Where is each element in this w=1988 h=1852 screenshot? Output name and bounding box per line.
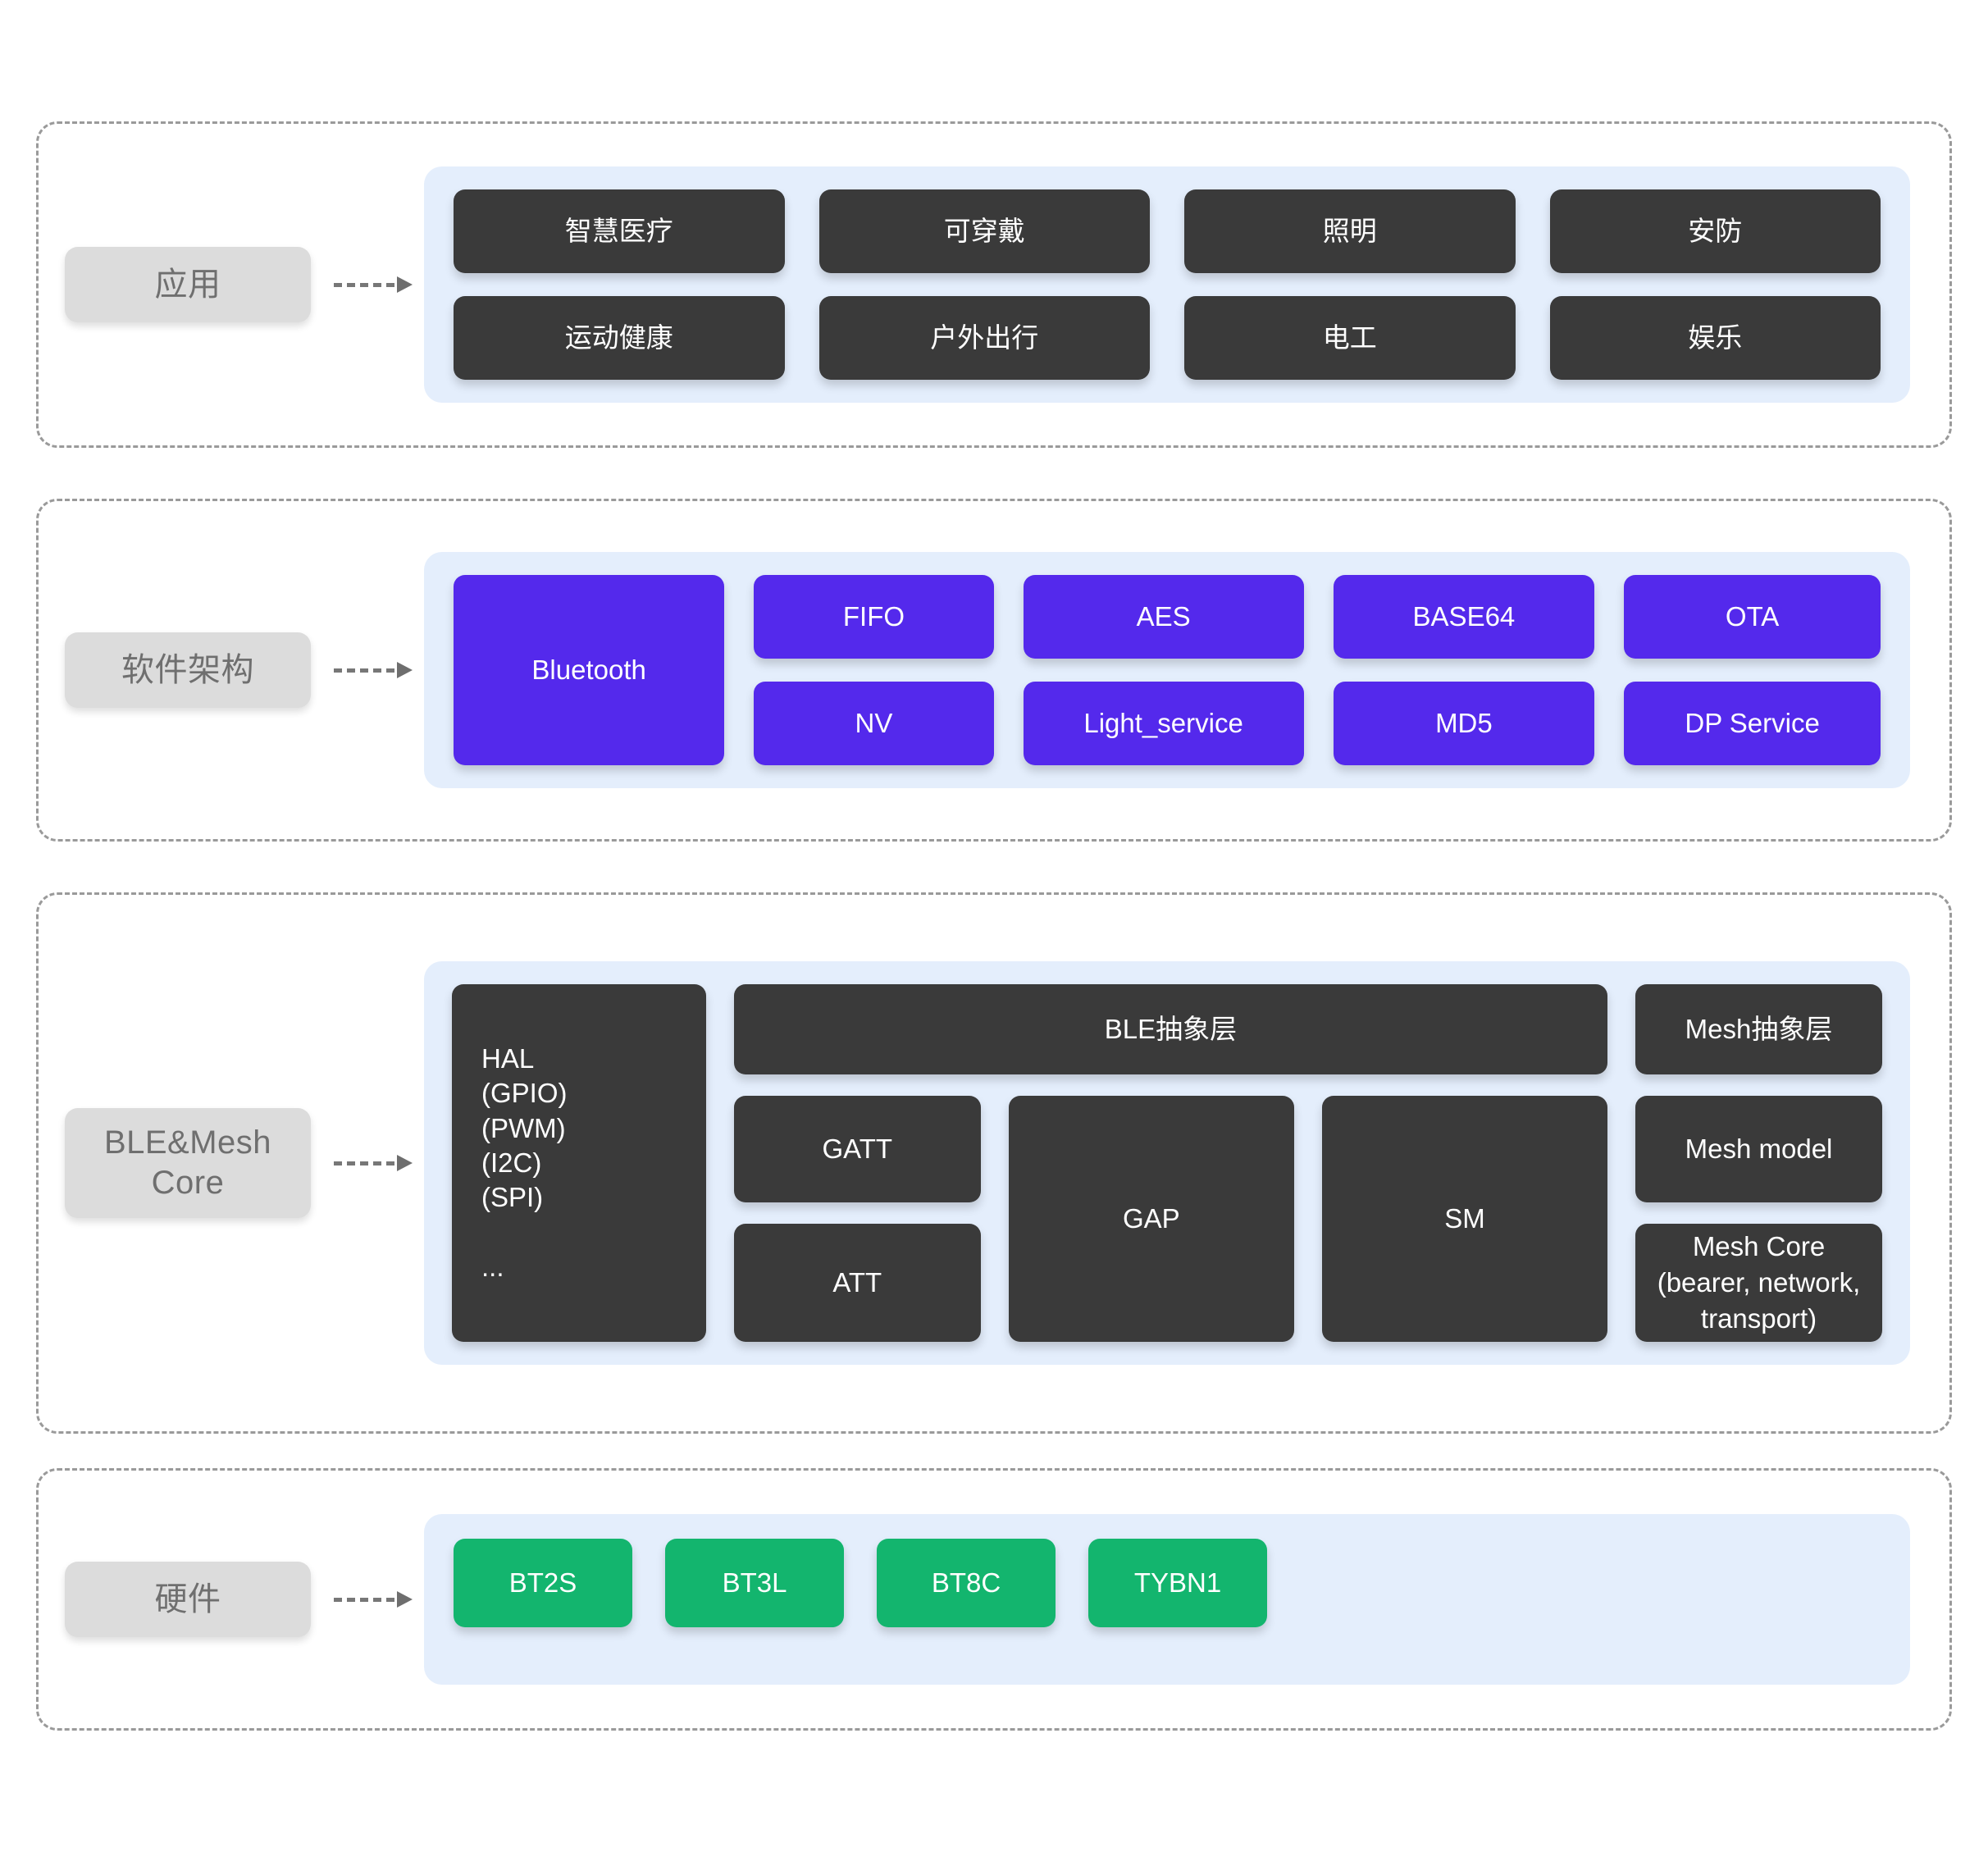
layer-label-column-software-architecture: 软件架构 xyxy=(39,632,424,709)
sw-node-base64[interactable]: BASE64 xyxy=(1333,575,1595,659)
core-node-mesh-model[interactable]: Mesh model xyxy=(1635,1095,1882,1202)
sw-node-fifo[interactable]: FIFO xyxy=(754,575,994,659)
app-node-smart-medical[interactable]: 智慧医疗 xyxy=(454,189,785,273)
application-panel: 智慧医疗 可穿戴 照明 安防 运动健康 户外出行 电工 娱乐 xyxy=(424,166,1910,403)
core-node-att[interactable]: ATT xyxy=(733,1223,981,1343)
layer-hardware: 硬件 BT2S BT3L BT8C TYBN1 xyxy=(36,1468,1952,1731)
software-architecture-panel: Bluetooth FIFO AES BASE64 OTA NV Light_s… xyxy=(424,552,1910,788)
layer-label-application: 应用 xyxy=(65,246,311,323)
dashed-arrow-right-icon xyxy=(334,1152,413,1174)
sw-node-ota[interactable]: OTA xyxy=(1624,575,1881,659)
core-node-ble-abstraction[interactable]: BLE抽象层 xyxy=(733,983,1608,1074)
layer-label-hardware: 硬件 xyxy=(65,1561,311,1638)
core-node-mesh-abstraction[interactable]: Mesh抽象层 xyxy=(1635,983,1882,1074)
hw-node-bt3l[interactable]: BT3L xyxy=(665,1539,844,1627)
app-node-entertainment[interactable]: 娱乐 xyxy=(1549,296,1881,380)
layer-application: 应用 智慧医疗 可穿戴 照明 安防 运动健康 户外出行 电工 娱乐 xyxy=(36,121,1952,448)
app-node-outdoor-travel[interactable]: 户外出行 xyxy=(818,296,1150,380)
sw-node-nv[interactable]: NV xyxy=(754,682,994,765)
hardware-panel: BT2S BT3L BT8C TYBN1 xyxy=(424,1514,1910,1685)
layer-label-column-hardware: 硬件 xyxy=(39,1561,424,1638)
sw-node-light-service[interactable]: Light_service xyxy=(1023,682,1304,765)
dashed-arrow-right-icon xyxy=(334,274,413,295)
hw-node-bt2s[interactable]: BT2S xyxy=(454,1539,632,1627)
layer-ble-mesh-core: BLE&Mesh Core HAL (GPIO) (PWM) (I2C) (SP… xyxy=(36,892,1952,1434)
app-node-wearable[interactable]: 可穿戴 xyxy=(818,189,1150,273)
layer-label-software-architecture: 软件架构 xyxy=(65,632,311,709)
dashed-arrow-right-icon xyxy=(334,1589,413,1610)
app-node-electrician[interactable]: 电工 xyxy=(1184,296,1516,380)
hw-node-bt8c[interactable]: BT8C xyxy=(877,1539,1056,1627)
sw-node-bluetooth[interactable]: Bluetooth xyxy=(454,575,725,765)
core-node-gatt[interactable]: GATT xyxy=(733,1095,981,1202)
layer-label-column-application: 应用 xyxy=(39,246,424,323)
layer-software-architecture: 软件架构 Bluetooth FIFO AES BASE64 OTA NV Li… xyxy=(36,499,1952,842)
core-node-gap[interactable]: GAP xyxy=(1008,1095,1294,1343)
hw-node-tybn1[interactable]: TYBN1 xyxy=(1088,1539,1267,1627)
core-node-hal[interactable]: HAL (GPIO) (PWM) (I2C) (SPI) ... xyxy=(452,983,706,1343)
ble-mesh-core-panel: HAL (GPIO) (PWM) (I2C) (SPI) ... BLE抽象层 … xyxy=(424,960,1910,1366)
app-node-lighting[interactable]: 照明 xyxy=(1184,189,1516,273)
sw-node-aes[interactable]: AES xyxy=(1023,575,1304,659)
core-node-mesh-core[interactable]: Mesh Core (bearer, network, transport) xyxy=(1635,1223,1882,1343)
app-node-sports-health[interactable]: 运动健康 xyxy=(454,296,785,380)
dashed-arrow-right-icon xyxy=(334,659,413,681)
app-node-security[interactable]: 安防 xyxy=(1549,189,1881,273)
core-node-sm[interactable]: SM xyxy=(1321,1095,1608,1343)
architecture-diagram: 应用 智慧医疗 可穿戴 照明 安防 运动健康 户外出行 电工 娱乐 软件架构 B… xyxy=(0,0,1988,1852)
layer-label-ble-mesh-core: BLE&Mesh Core xyxy=(65,1108,311,1218)
sw-node-dp-service[interactable]: DP Service xyxy=(1624,682,1881,765)
sw-node-md5[interactable]: MD5 xyxy=(1333,682,1595,765)
layer-label-column-ble-mesh-core: BLE&Mesh Core xyxy=(39,1108,424,1218)
